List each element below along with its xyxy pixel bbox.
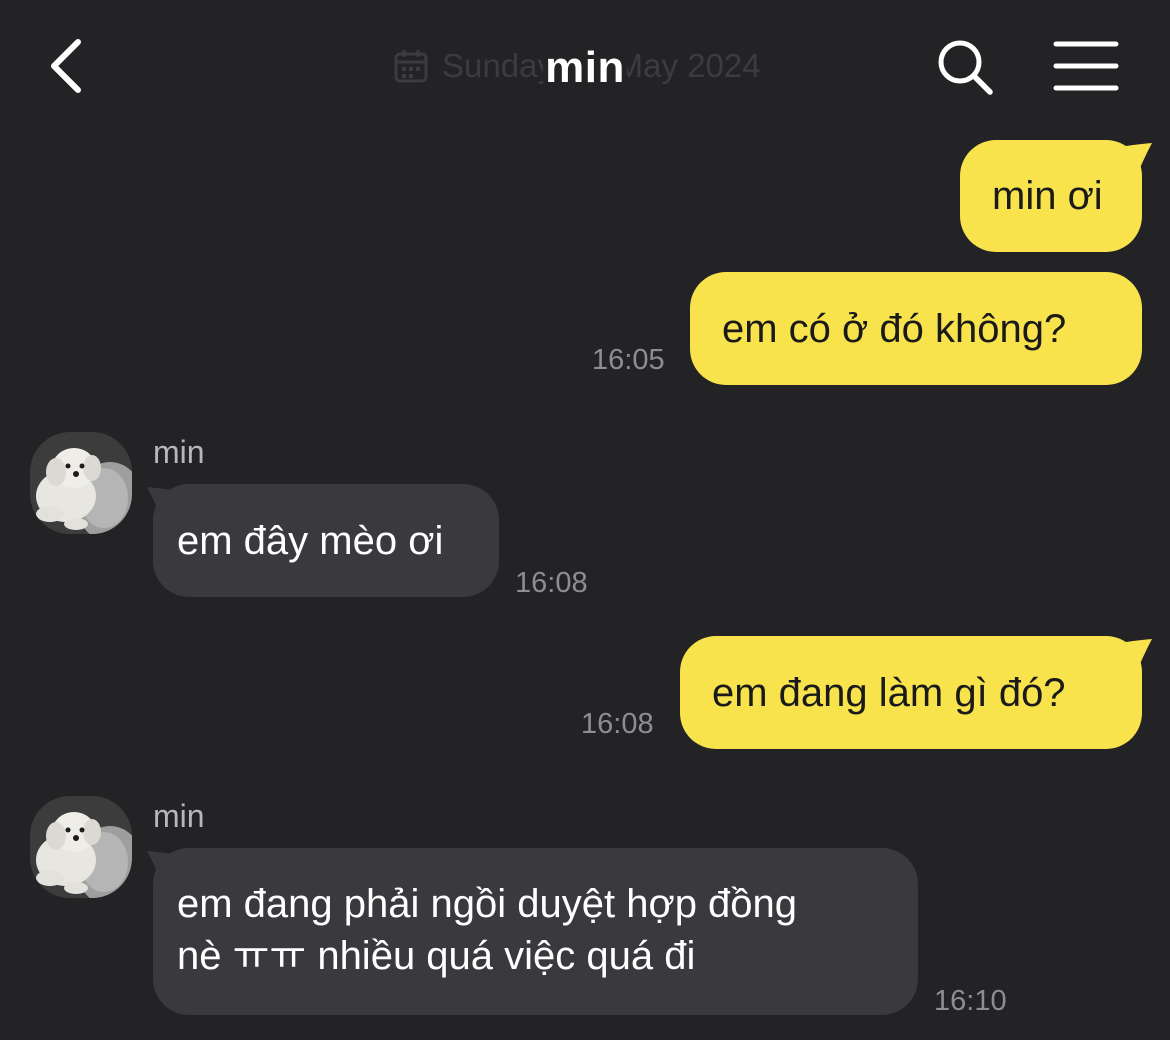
sender-name: min bbox=[153, 434, 205, 470]
menu-button[interactable] bbox=[1052, 38, 1120, 94]
menu-icon bbox=[1053, 41, 1119, 91]
bubble-tail bbox=[1126, 639, 1152, 664]
message-text: em đang làm gì đó? bbox=[712, 670, 1066, 715]
avatar[interactable] bbox=[30, 796, 132, 898]
chat-header: Sunday, 12 May 2024 min bbox=[0, 0, 1170, 130]
message-text: em đây mèo ơi bbox=[177, 519, 444, 563]
dog-avatar bbox=[30, 796, 132, 898]
message-text-line: nè ㅠㅠ nhiều quá việc quá đi bbox=[177, 934, 696, 978]
message-timestamp: 16:10 bbox=[934, 985, 1007, 1017]
dog-avatar bbox=[30, 432, 132, 534]
message-timestamp: 16:05 bbox=[592, 344, 665, 376]
avatar[interactable] bbox=[30, 432, 132, 534]
message-timestamp: 16:08 bbox=[581, 708, 654, 740]
search-button[interactable] bbox=[934, 36, 996, 98]
message-bubble-incoming[interactable]: em đang phải ngồi duyệt hợp đồng nè ㅠㅠ n… bbox=[153, 848, 918, 1015]
message-bubble-outgoing[interactable]: em đang làm gì đó? bbox=[680, 636, 1142, 749]
message-timestamp: 16:08 bbox=[515, 567, 588, 599]
message-text: em có ở đó không? bbox=[722, 306, 1067, 351]
chat-title-text: min bbox=[543, 43, 627, 92]
message-bubble-outgoing[interactable]: min ơi bbox=[960, 140, 1142, 252]
bubble-tail bbox=[1126, 143, 1152, 168]
message-bubble-outgoing[interactable]: em có ở đó không? bbox=[690, 272, 1142, 385]
message-text: min ơi bbox=[992, 174, 1103, 218]
message-bubble-incoming[interactable]: em đây mèo ơi bbox=[153, 484, 499, 597]
message-text-line: em đang phải ngồi duyệt hợp đồng bbox=[177, 882, 798, 926]
sender-name: min bbox=[153, 798, 205, 834]
search-icon bbox=[938, 40, 993, 95]
